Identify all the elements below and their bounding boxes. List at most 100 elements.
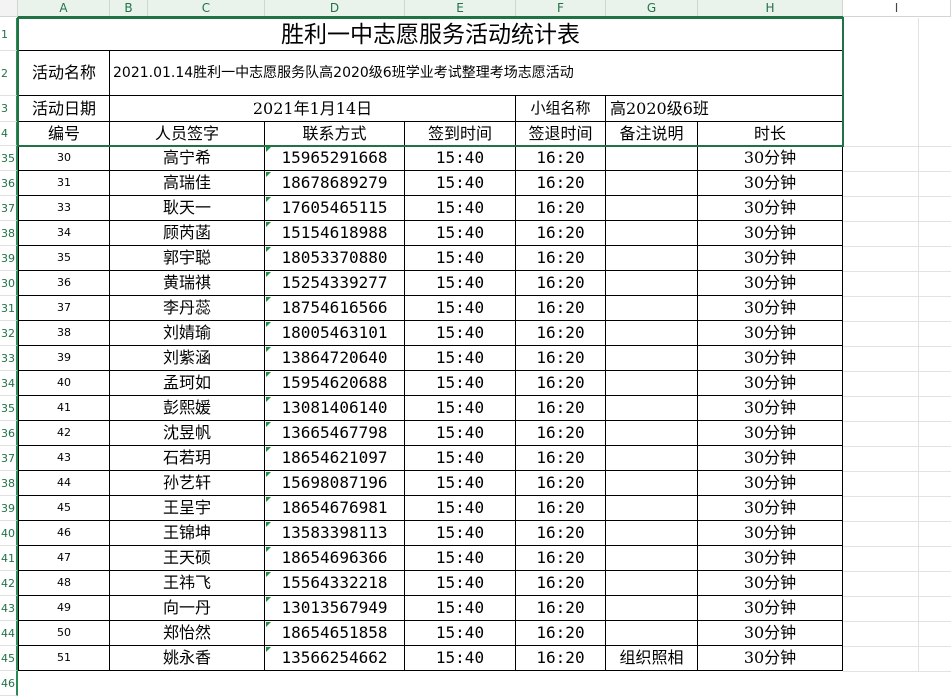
row-header[interactable]: 36 [0,421,18,446]
checkin-time-cell[interactable]: 15:40 [405,446,516,471]
checkin-time-cell[interactable]: 15:40 [405,146,516,171]
column-header-i[interactable]: I [843,0,951,17]
row-header[interactable]: 43 [0,596,18,621]
checkout-time-cell[interactable]: 16:20 [516,196,606,221]
group-name-label[interactable]: 小组名称 [516,96,606,122]
remark-cell[interactable] [606,421,698,446]
checkout-time-cell[interactable]: 16:20 [516,271,606,296]
row-header[interactable]: 42 [0,571,18,596]
remark-cell[interactable] [606,446,698,471]
phone-cell[interactable]: 17605465115 [265,196,405,221]
remark-cell[interactable] [606,596,698,621]
name-cell[interactable]: 刘婧瑜 [110,321,265,346]
checkin-time-cell[interactable]: 15:40 [405,321,516,346]
row-number-cell[interactable]: 36 [18,271,110,296]
phone-cell[interactable]: 18654696366 [265,546,405,571]
checkout-time-cell[interactable]: 16:20 [516,496,606,521]
checkout-time-cell[interactable]: 16:20 [516,421,606,446]
name-cell[interactable]: 姚永香 [110,646,265,671]
remark-cell[interactable] [606,396,698,421]
select-all-corner[interactable] [0,0,18,17]
remark-cell[interactable] [606,196,698,221]
row-header[interactable]: 3 [0,96,18,122]
checkout-time-cell[interactable]: 16:20 [516,296,606,321]
checkin-time-cell[interactable]: 15:40 [405,421,516,446]
row-header[interactable]: 30 [0,271,18,296]
row-header[interactable]: 38 [0,471,18,496]
checkout-time-cell[interactable]: 16:20 [516,221,606,246]
group-name-value[interactable]: 高2020级6班 [606,96,843,122]
remark-cell[interactable] [606,321,698,346]
name-cell[interactable]: 王锦坤 [110,521,265,546]
row-header[interactable]: 32 [0,321,18,346]
phone-cell[interactable]: 15698087196 [265,471,405,496]
phone-cell[interactable]: 13081406140 [265,396,405,421]
phone-cell[interactable]: 15564332218 [265,571,405,596]
checkout-time-cell[interactable]: 16:20 [516,321,606,346]
activity-name-value[interactable]: 2021.01.14胜利一中志愿服务队高2020级6班学业考试整理考场志愿活动 [110,51,843,96]
remark-cell[interactable] [606,346,698,371]
duration-cell[interactable]: 30分钟 [698,621,843,646]
duration-cell[interactable]: 30分钟 [698,496,843,521]
column-header-h[interactable]: H [698,0,843,17]
duration-cell[interactable]: 30分钟 [698,246,843,271]
row-header[interactable]: 46 [0,671,18,696]
row-number-cell[interactable]: 47 [18,546,110,571]
phone-cell[interactable]: 15954620688 [265,371,405,396]
checkout-time-cell[interactable]: 16:20 [516,446,606,471]
name-cell[interactable]: 孙艺轩 [110,471,265,496]
checkin-time-cell[interactable]: 15:40 [405,571,516,596]
remark-cell[interactable] [606,296,698,321]
duration-cell[interactable]: 30分钟 [698,521,843,546]
duration-cell[interactable]: 30分钟 [698,196,843,221]
row-number-cell[interactable]: 45 [18,496,110,521]
activity-date-label[interactable]: 活动日期 [18,96,110,122]
duration-cell[interactable]: 30分钟 [698,546,843,571]
name-cell[interactable]: 王祎飞 [110,571,265,596]
phone-cell[interactable]: 18654676981 [265,496,405,521]
duration-cell[interactable]: 30分钟 [698,271,843,296]
sheet-title[interactable]: 胜利一中志愿服务活动统计表 [18,18,843,51]
row-header[interactable]: 35 [0,396,18,421]
row-number-cell[interactable]: 30 [18,146,110,171]
row-header[interactable]: 4 [0,122,18,146]
row-header[interactable]: 2 [0,51,18,96]
duration-cell[interactable]: 30分钟 [698,346,843,371]
row-number-cell[interactable]: 41 [18,396,110,421]
row-header[interactable]: 33 [0,346,18,371]
duration-cell[interactable]: 30分钟 [698,371,843,396]
column-header-c[interactable]: C [148,0,265,17]
duration-cell[interactable]: 30分钟 [698,596,843,621]
checkout-time-cell[interactable]: 16:20 [516,521,606,546]
row-number-cell[interactable]: 34 [18,221,110,246]
checkin-time-cell[interactable]: 15:40 [405,171,516,196]
name-cell[interactable]: 王呈宇 [110,496,265,521]
name-cell[interactable]: 孟珂如 [110,371,265,396]
row-number-cell[interactable]: 40 [18,371,110,396]
checkout-time-cell[interactable]: 16:20 [516,546,606,571]
phone-cell[interactable]: 13864720640 [265,346,405,371]
phone-cell[interactable]: 15965291668 [265,146,405,171]
row-header[interactable]: 37 [0,196,18,221]
checkin-time-cell[interactable]: 15:40 [405,371,516,396]
checkin-time-cell[interactable]: 15:40 [405,496,516,521]
checkin-time-cell[interactable]: 15:40 [405,521,516,546]
row-number-cell[interactable]: 51 [18,646,110,671]
phone-cell[interactable]: 18005463101 [265,321,405,346]
duration-cell[interactable]: 30分钟 [698,146,843,171]
duration-cell[interactable]: 30分钟 [698,646,843,671]
table-column-header[interactable]: 人员签字 [110,122,265,146]
checkin-time-cell[interactable]: 15:40 [405,246,516,271]
name-cell[interactable]: 耿天一 [110,196,265,221]
remark-cell[interactable] [606,546,698,571]
phone-cell[interactable]: 15254339277 [265,271,405,296]
table-column-header[interactable]: 编号 [18,122,110,146]
row-header[interactable]: 39 [0,246,18,271]
row-header[interactable]: 40 [0,521,18,546]
column-header-g[interactable]: G [606,0,698,17]
column-header-d[interactable]: D [265,0,405,17]
row-number-cell[interactable]: 42 [18,421,110,446]
phone-cell[interactable]: 13566254662 [265,646,405,671]
checkout-time-cell[interactable]: 16:20 [516,396,606,421]
table-column-header[interactable]: 时长 [698,122,843,146]
